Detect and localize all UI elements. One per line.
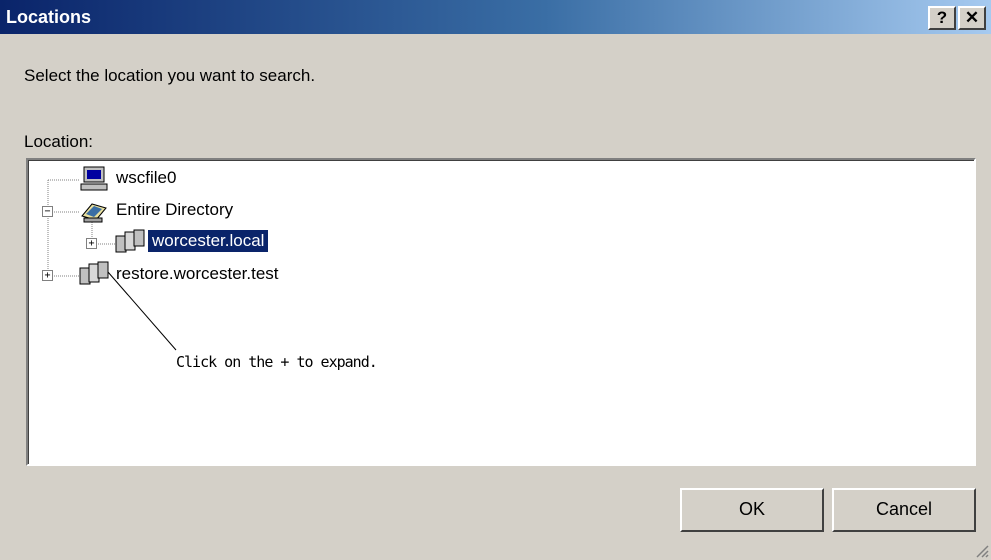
ok-button[interactable]: OK — [680, 488, 824, 532]
collapse-toggle-entire-directory[interactable]: − — [42, 206, 53, 217]
domain-icon — [79, 261, 109, 285]
location-tree[interactable]: wscfile0 − Entire Directory + worcester.… — [26, 158, 976, 466]
help-button[interactable]: ? — [928, 6, 956, 30]
tree-node-wscfile0[interactable]: wscfile0 — [116, 168, 176, 188]
annotation-callout: Click on the + to expand. — [176, 353, 378, 371]
cancel-button[interactable]: Cancel — [832, 488, 976, 532]
expand-toggle-restore-worcester-test[interactable]: + — [42, 270, 53, 281]
location-label: Location: — [24, 132, 93, 151]
expand-toggle-worcester-local[interactable]: + — [86, 238, 97, 249]
computer-icon — [80, 166, 108, 191]
instruction-text: Select the location you want to search. — [24, 66, 316, 85]
tree-node-restore-worcester-test[interactable]: restore.worcester.test — [116, 264, 279, 284]
tree-node-worcester-local[interactable]: worcester.local — [148, 230, 269, 252]
tree-node-entire-directory[interactable]: Entire Directory — [116, 200, 233, 220]
title-bar[interactable]: Locations ? ✕ — [0, 0, 991, 34]
close-button[interactable]: ✕ — [958, 6, 986, 30]
resize-grip-icon[interactable] — [973, 542, 989, 558]
close-icon: ✕ — [964, 8, 980, 27]
directory-icon — [81, 203, 107, 223]
window-title: Locations — [6, 7, 92, 27]
domain-icon — [115, 229, 145, 253]
